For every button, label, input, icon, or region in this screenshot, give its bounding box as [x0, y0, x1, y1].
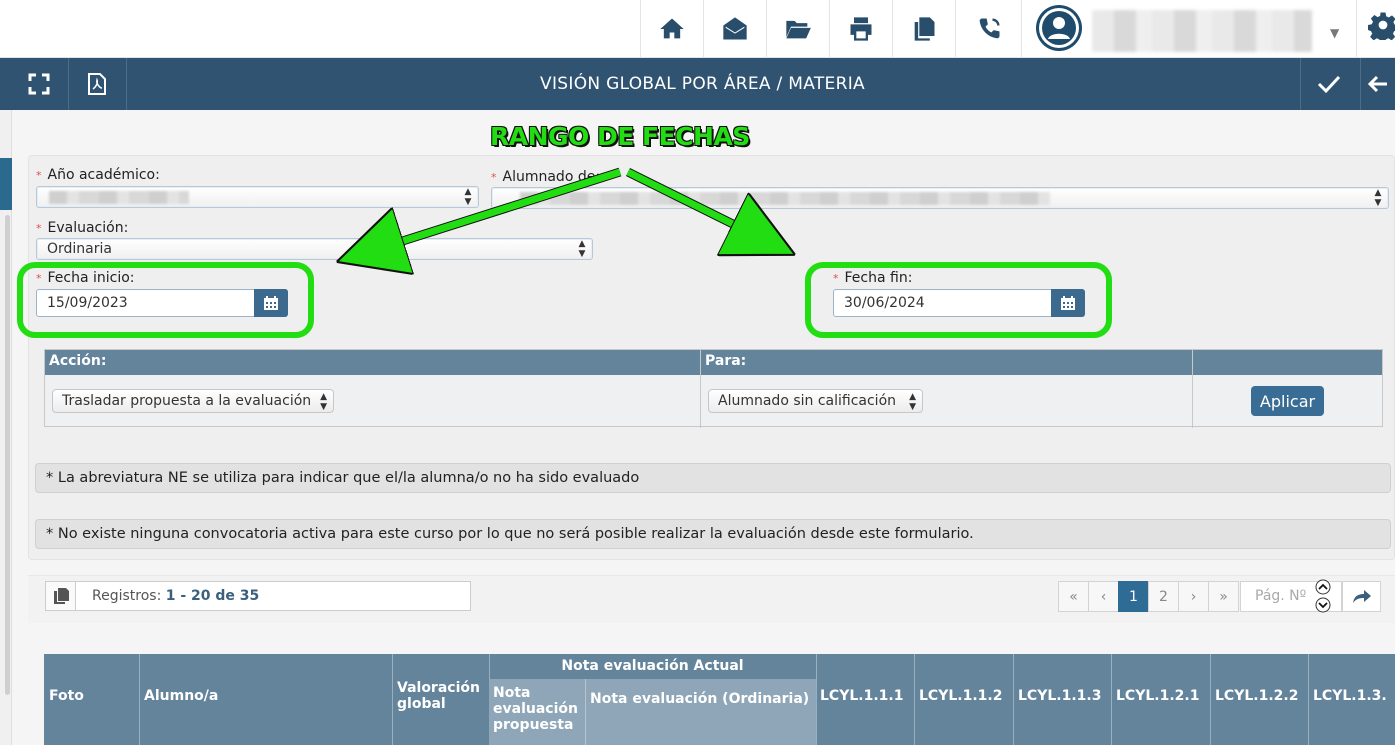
col-lcyl-122[interactable]: LCYL.1.2.2: [1215, 688, 1298, 704]
col-current-group: Nota evaluación Actual: [561, 658, 744, 674]
col-lcyl-113[interactable]: LCYL.1.1.3: [1018, 688, 1101, 704]
last-page-button[interactable]: »: [1208, 581, 1239, 612]
first-page-button[interactable]: «: [1058, 581, 1089, 612]
note-ne: * La abreviatura NE se utiliza para indi…: [35, 463, 1391, 493]
records-count: Registros: 1 - 20 de 35: [75, 581, 471, 611]
note-no-convocatoria: * No existe ninguna convocatoria activa …: [35, 519, 1391, 549]
col-lcyl-112[interactable]: LCYL.1.1.2: [919, 688, 1002, 704]
col-student[interactable]: Alumno/a: [144, 688, 218, 704]
for-select[interactable]: Alumnado sin calificación ▲ ▼: [708, 389, 923, 413]
table-header: Foto Alumno/a Valoración global Nota eva…: [44, 654, 1395, 745]
col-ordinary[interactable]: Nota evaluación (Ordinaria): [590, 691, 810, 707]
for-header: Para:: [705, 353, 747, 369]
action-header: Acción:: [49, 353, 107, 369]
action-select[interactable]: Trasladar propuesta a la evaluación ▲ ▼: [52, 389, 334, 413]
col-lcyl-13[interactable]: LCYL.1.3.: [1313, 688, 1387, 704]
action-table: Acción: Para:: [44, 349, 1383, 428]
apply-button[interactable]: Aplicar: [1251, 386, 1324, 416]
col-photo: Foto: [49, 688, 84, 704]
next-page-button[interactable]: ›: [1178, 581, 1209, 612]
col-proposed[interactable]: Nota evaluación propuesta: [493, 685, 585, 733]
page-1-button[interactable]: 1: [1118, 581, 1149, 612]
copy-icon[interactable]: [45, 581, 75, 611]
col-lcyl-111[interactable]: LCYL.1.1.1: [820, 688, 903, 704]
col-lcyl-121[interactable]: LCYL.1.2.1: [1116, 688, 1199, 704]
page-stepper[interactable]: [1311, 579, 1335, 613]
share-arrow-icon[interactable]: [1342, 581, 1381, 612]
col-global[interactable]: Valoración global: [397, 680, 487, 712]
page-2-button[interactable]: 2: [1148, 581, 1179, 612]
prev-page-button[interactable]: ‹: [1088, 581, 1119, 612]
